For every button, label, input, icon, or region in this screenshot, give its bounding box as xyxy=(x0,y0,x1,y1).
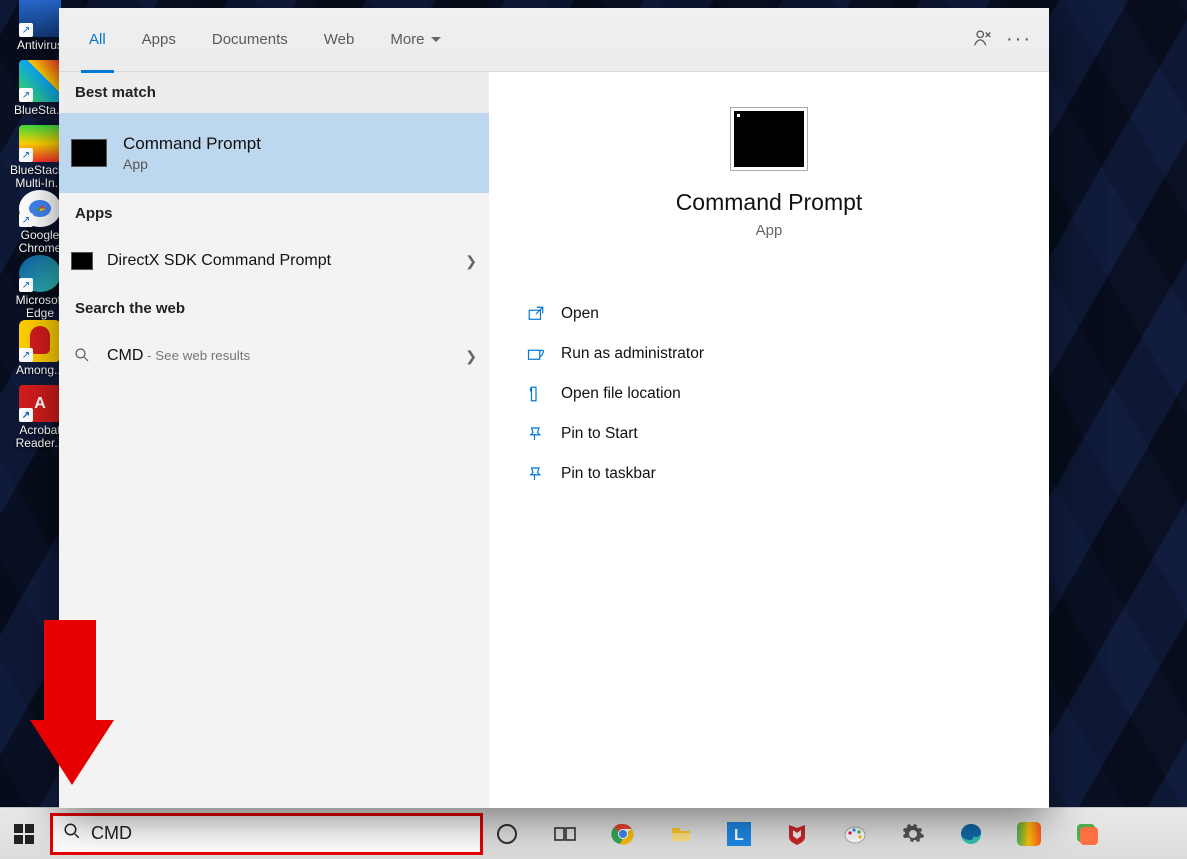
chevron-right-icon[interactable]: ❯ xyxy=(465,253,477,270)
tab-label: More xyxy=(390,31,424,48)
pin-icon xyxy=(521,425,551,443)
tab-more[interactable]: More xyxy=(372,8,458,72)
action-label: Run as administrator xyxy=(561,345,704,363)
action-open[interactable]: Open xyxy=(521,294,1049,334)
desktop-icon-label: Google Chrome xyxy=(19,229,62,255)
chrome-icon[interactable] xyxy=(607,818,639,850)
preview-title: Command Prompt xyxy=(676,189,863,216)
task-view-icon[interactable] xyxy=(549,818,581,850)
app-l-icon[interactable]: L xyxy=(723,818,755,850)
tab-label: All xyxy=(89,31,106,48)
desktop-icon-label: Antivirus xyxy=(17,39,63,52)
desktop-icon-label: Among... xyxy=(16,364,64,377)
bluestacks-multi-icon[interactable] xyxy=(1071,818,1103,850)
action-pin-taskbar[interactable]: Pin to taskbar xyxy=(521,454,1049,494)
folder-icon xyxy=(521,385,551,403)
result-app[interactable]: DirectX SDK Command Prompt ❯ xyxy=(59,234,489,288)
cmd-icon xyxy=(71,252,93,270)
preview-icon xyxy=(730,107,808,171)
action-label: Open xyxy=(561,305,599,323)
search-input[interactable] xyxy=(91,823,470,844)
result-title: CMD - See web results xyxy=(107,347,250,365)
preview-actions: Open Run as administrator Open file loca… xyxy=(489,294,1049,494)
action-label: Pin to Start xyxy=(561,425,638,443)
preview-panel: Command Prompt App Open Run as administr… xyxy=(489,72,1049,808)
search-flyout: All Apps Documents Web More ··· Best mat… xyxy=(59,8,1049,808)
action-label: Pin to taskbar xyxy=(561,465,656,483)
action-pin-start[interactable]: Pin to Start xyxy=(521,414,1049,454)
preview-subtitle: App xyxy=(756,222,783,239)
tab-all[interactable]: All xyxy=(71,8,124,72)
search-web-heading: Search the web xyxy=(59,288,489,329)
windows-icon xyxy=(14,824,34,844)
tab-documents[interactable]: Documents xyxy=(194,8,306,72)
desktop-icon-label: Microsoft Edge xyxy=(16,294,65,320)
mcafee-icon[interactable] xyxy=(781,818,813,850)
result-title: DirectX SDK Command Prompt xyxy=(107,252,331,270)
taskbar-search-box[interactable] xyxy=(50,813,483,855)
svg-text:L: L xyxy=(734,827,744,844)
action-label: Open file location xyxy=(561,385,681,403)
result-best-match[interactable]: Command Prompt App xyxy=(59,113,489,193)
annotation-arrow xyxy=(30,620,110,790)
tab-label: Apps xyxy=(142,31,176,48)
file-explorer-icon[interactable] xyxy=(665,818,697,850)
result-title: Command Prompt xyxy=(123,134,261,154)
results-panel: Best match Command Prompt App Apps Direc… xyxy=(59,72,489,808)
open-icon xyxy=(521,305,551,323)
result-subtitle: App xyxy=(123,156,261,172)
tab-web[interactable]: Web xyxy=(306,8,373,72)
more-options-icon[interactable]: ··· xyxy=(1001,28,1037,51)
cortana-icon[interactable] xyxy=(491,818,523,850)
bluestacks-icon[interactable] xyxy=(1013,818,1045,850)
taskbar-pinned: L xyxy=(491,818,1103,850)
pin-icon xyxy=(521,465,551,483)
chevron-down-icon xyxy=(431,37,441,42)
action-run-admin[interactable]: Run as administrator xyxy=(521,334,1049,374)
taskbar: L xyxy=(0,807,1187,859)
tab-label: Web xyxy=(324,31,355,48)
search-tabs: All Apps Documents Web More ··· xyxy=(59,8,1049,72)
settings-icon[interactable] xyxy=(897,818,929,850)
chevron-right-icon[interactable]: ❯ xyxy=(465,348,477,365)
paint-icon[interactable] xyxy=(839,818,871,850)
tab-label: Documents xyxy=(212,31,288,48)
tab-apps[interactable]: Apps xyxy=(124,8,194,72)
feedback-icon[interactable] xyxy=(965,27,1001,53)
apps-heading: Apps xyxy=(59,193,489,234)
search-icon xyxy=(73,346,93,366)
desktop: ↗Antivirus ↗BlueSta... ↗BlueStacks Multi… xyxy=(0,0,1187,859)
start-button[interactable] xyxy=(0,808,48,859)
search-icon xyxy=(63,822,81,845)
cmd-icon xyxy=(71,139,107,167)
desktop-icon-label: Acrobat Reader... xyxy=(16,424,65,450)
action-open-location[interactable]: Open file location xyxy=(521,374,1049,414)
best-match-heading: Best match xyxy=(59,72,489,113)
shield-icon xyxy=(521,345,551,363)
result-web[interactable]: CMD - See web results ❯ xyxy=(59,329,489,383)
edge-icon[interactable] xyxy=(955,818,987,850)
